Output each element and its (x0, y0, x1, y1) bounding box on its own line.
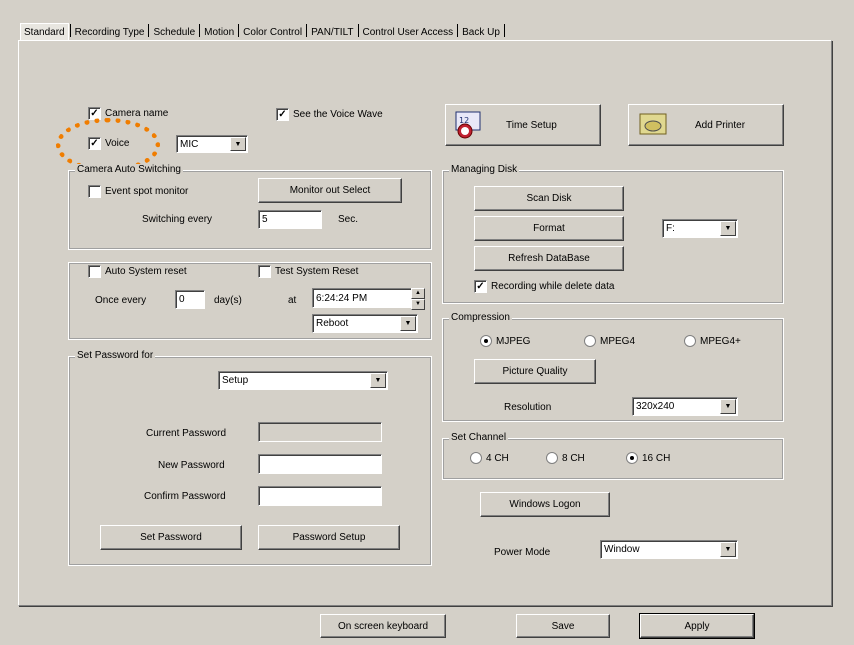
resolution-select[interactable]: 320x240 ▼ (632, 397, 738, 416)
reset-time-input[interactable]: 6:24:24 PM (312, 288, 412, 308)
tab-strip: Standard Recording Type Schedule Motion … (20, 20, 506, 40)
tab-schedule[interactable]: Schedule (150, 25, 198, 40)
power-mode-select[interactable]: Window ▼ (600, 540, 738, 559)
time-setup-button[interactable]: 12 Time Setup (445, 104, 601, 146)
current-password-field (258, 422, 382, 442)
current-password-label: Current Password (146, 428, 227, 439)
days-label: day(s) (214, 295, 242, 306)
refresh-database-button[interactable]: Refresh DataBase (474, 246, 624, 271)
event-spot-monitor-checkbox[interactable]: Event spot monitor (88, 185, 188, 198)
switching-every-input[interactable]: 5 (258, 210, 322, 229)
monitor-out-select-button[interactable]: Monitor out Select (258, 178, 402, 203)
new-password-field[interactable] (258, 454, 382, 474)
password-target-select[interactable]: Setup ▼ (218, 371, 388, 390)
tab-back-up[interactable]: Back Up (459, 25, 503, 40)
chevron-down-icon: ▼ (720, 399, 736, 414)
picture-quality-button[interactable]: Picture Quality (474, 359, 596, 384)
mpeg4-radio[interactable]: MPEG4 (584, 335, 635, 347)
chevron-down-icon: ▼ (230, 137, 246, 151)
voice-mode-select[interactable]: MIC ▼ (176, 135, 248, 153)
confirm-password-field[interactable] (258, 486, 382, 506)
tab-color-control[interactable]: Color Control (240, 25, 305, 40)
check-icon: ✓ (474, 280, 487, 293)
tab-motion[interactable]: Motion (201, 25, 237, 40)
at-label: at (288, 295, 297, 306)
chevron-down-icon: ▼ (720, 542, 736, 557)
chevron-up-icon[interactable]: ▲ (411, 288, 425, 299)
add-printer-button[interactable]: Add Printer (628, 104, 784, 146)
see-voice-wave-checkbox[interactable]: ✓ See the Voice Wave (276, 108, 383, 121)
scan-disk-button[interactable]: Scan Disk (474, 186, 624, 211)
new-password-label: New Password (158, 460, 225, 471)
switching-every-label: Switching every (142, 214, 213, 225)
password-setup-button[interactable]: Password Setup (258, 525, 400, 550)
tab-standard[interactable]: Standard (20, 23, 69, 40)
once-every-label: Once every (95, 295, 147, 306)
printer-icon (639, 113, 667, 135)
chevron-down-icon: ▼ (370, 373, 386, 388)
windows-logon-button[interactable]: Windows Logon (480, 492, 610, 517)
format-button[interactable]: Format (474, 216, 624, 241)
reset-action-select[interactable]: Reboot ▼ (312, 314, 418, 333)
channel-16-radio[interactable]: 16 CH (626, 452, 670, 464)
resolution-label: Resolution (504, 402, 552, 413)
check-icon: ✓ (276, 108, 289, 121)
tab-pan-tilt[interactable]: PAN/TILT (308, 25, 356, 40)
chevron-down-icon[interactable]: ▼ (411, 299, 425, 310)
test-system-reset-checkbox[interactable]: Test System Reset (258, 265, 358, 278)
recording-while-delete-checkbox[interactable]: ✓ Recording while delete data (474, 280, 614, 293)
sec-label: Sec. (338, 214, 359, 225)
tab-recording-type[interactable]: Recording Type (72, 25, 148, 40)
channel-8-radio[interactable]: 8 CH (546, 452, 585, 464)
clock-calendar-icon: 12 (455, 111, 481, 139)
chevron-down-icon: ▼ (720, 221, 736, 236)
drive-select[interactable]: F: ▼ (662, 219, 738, 238)
mjpeg-radio[interactable]: MJPEG (480, 335, 530, 347)
tab-control-user-access[interactable]: Control User Access (360, 25, 457, 40)
channel-4-radio[interactable]: 4 CH (470, 452, 509, 464)
apply-button[interactable]: Apply (639, 613, 755, 639)
save-button[interactable]: Save (516, 614, 610, 638)
auto-system-reset-checkbox[interactable]: Auto System reset (88, 265, 187, 278)
set-password-button[interactable]: Set Password (100, 525, 242, 550)
once-every-input[interactable]: 0 (175, 290, 205, 309)
time-spinner[interactable]: ▲ ▼ (411, 288, 425, 310)
chevron-down-icon: ▼ (400, 316, 416, 331)
on-screen-keyboard-button[interactable]: On screen keyboard (320, 614, 446, 638)
confirm-password-label: Confirm Password (144, 491, 226, 502)
power-mode-label: Power Mode (494, 547, 551, 558)
mpeg4plus-radio[interactable]: MPEG4+ (684, 335, 741, 347)
